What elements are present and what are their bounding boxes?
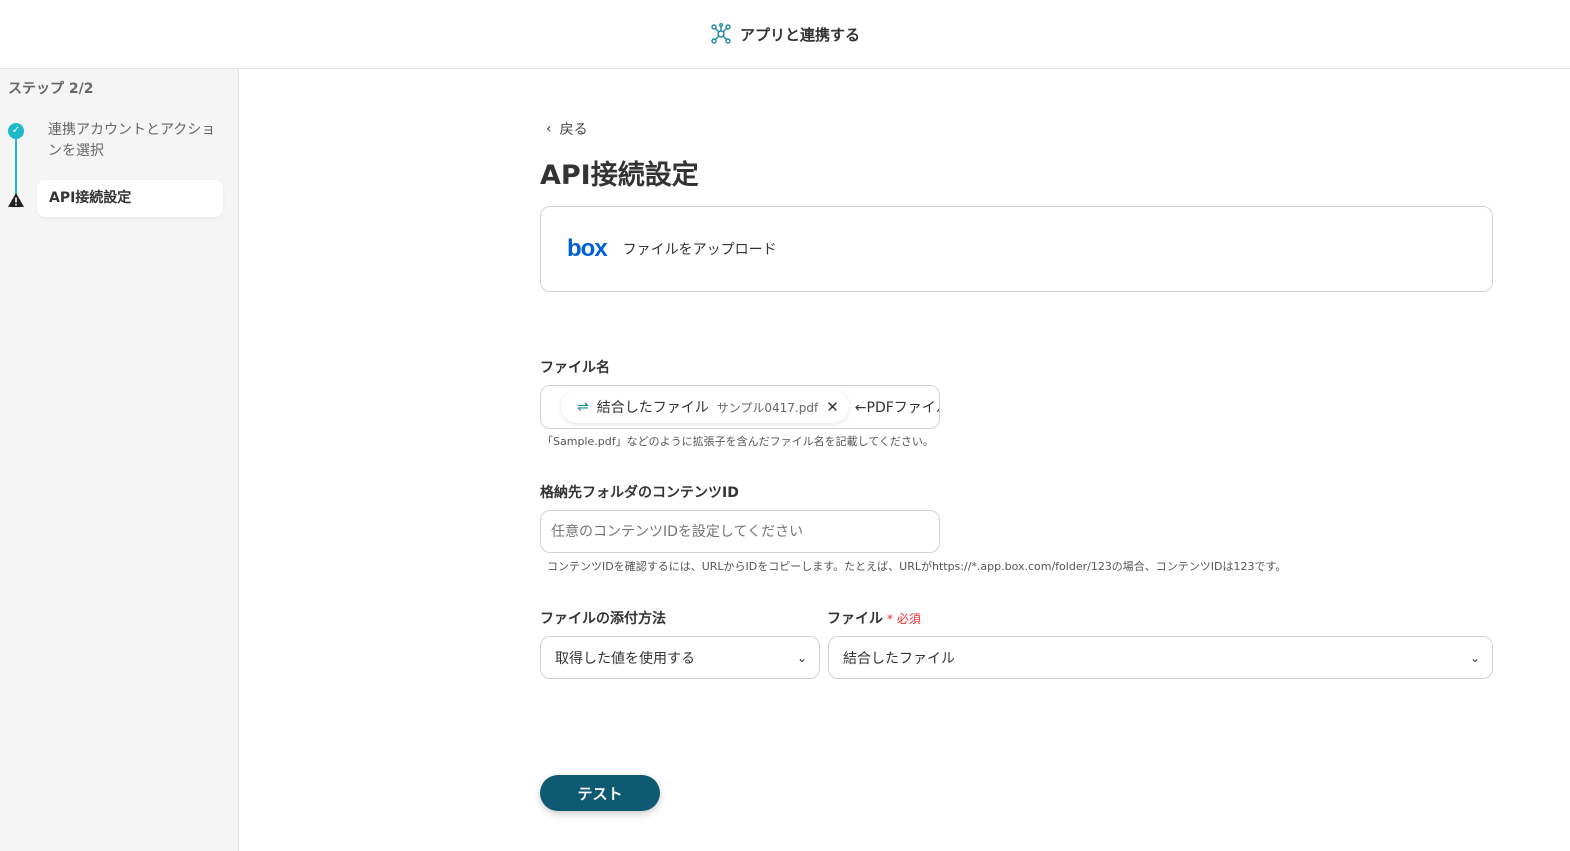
step-count: ステップ 2/2 (8, 81, 94, 97)
chip-label: 結合したファイル (596, 400, 709, 416)
file-name-label: ファイル名 (540, 360, 610, 376)
file-name-suffix: ←PDFファイル (854, 400, 939, 416)
file-name-hint: 「Sample.pdf」などのように拡張子を含んだファイル名を記載してください。 (542, 435, 934, 448)
folder-id-input[interactable] (540, 510, 940, 553)
test-button[interactable]: テスト (540, 775, 660, 811)
attach-method-label: ファイルの添付方法 (540, 611, 666, 627)
chevron-down-icon: ⌄ (1469, 650, 1480, 665)
sidebar: ステップ 2/2 ✓ 連携アカウントとアクションを選択 API接続設定 (0, 69, 239, 851)
chevron-down-icon: ⌄ (796, 650, 807, 665)
header: アプリと連携する (0, 0, 1570, 69)
required-text: 必須 (896, 612, 921, 626)
file-value: 結合したファイル (843, 650, 955, 667)
sidebar-step-select-action[interactable]: 連携アカウントとアクションを選択 (48, 120, 218, 162)
required-badge: * 必須 (887, 612, 921, 626)
warning-icon (8, 193, 24, 207)
folder-id-label: 格納先フォルダのコンテンツID (540, 485, 739, 501)
back-label: 戻る (559, 122, 588, 138)
app-action-card: box ファイルをアップロード (540, 206, 1493, 292)
step-connector (15, 131, 17, 199)
back-link[interactable]: ‹ 戻る (546, 119, 588, 139)
file-name-input[interactable]: ⇌ 結合したファイル サンプル0417.pdf ✕ ←PDFファイル (540, 385, 940, 429)
variable-chip[interactable]: ⇌ 結合したファイル サンプル0417.pdf ✕ (561, 391, 849, 423)
attach-method-value: 取得した値を使用する (555, 650, 695, 667)
network-icon (711, 23, 731, 44)
swap-icon: ⇌ (577, 399, 589, 415)
header-title: アプリと連携する (739, 25, 860, 44)
file-label: ファイル * 必須 (827, 608, 921, 628)
folder-id-hint: コンテンツIDを確認するには、URLからIDをコピーします。たとえば、URLがh… (547, 560, 1287, 573)
page-title: API接続設定 (540, 160, 699, 191)
chip-value: サンプル0417.pdf (716, 400, 819, 415)
file-label-text: ファイル (827, 611, 883, 627)
file-select[interactable]: 結合したファイル ⌄ (828, 636, 1493, 679)
sidebar-step-api-settings[interactable]: API接続設定 (37, 180, 223, 217)
attach-method-select[interactable]: 取得した値を使用する ⌄ (540, 636, 820, 679)
close-icon[interactable]: ✕ (826, 398, 839, 416)
chevron-left-icon: ‹ (546, 121, 552, 137)
action-name: ファイルをアップロード (622, 242, 777, 258)
check-icon: ✓ (8, 123, 24, 139)
box-logo: box (567, 235, 608, 262)
